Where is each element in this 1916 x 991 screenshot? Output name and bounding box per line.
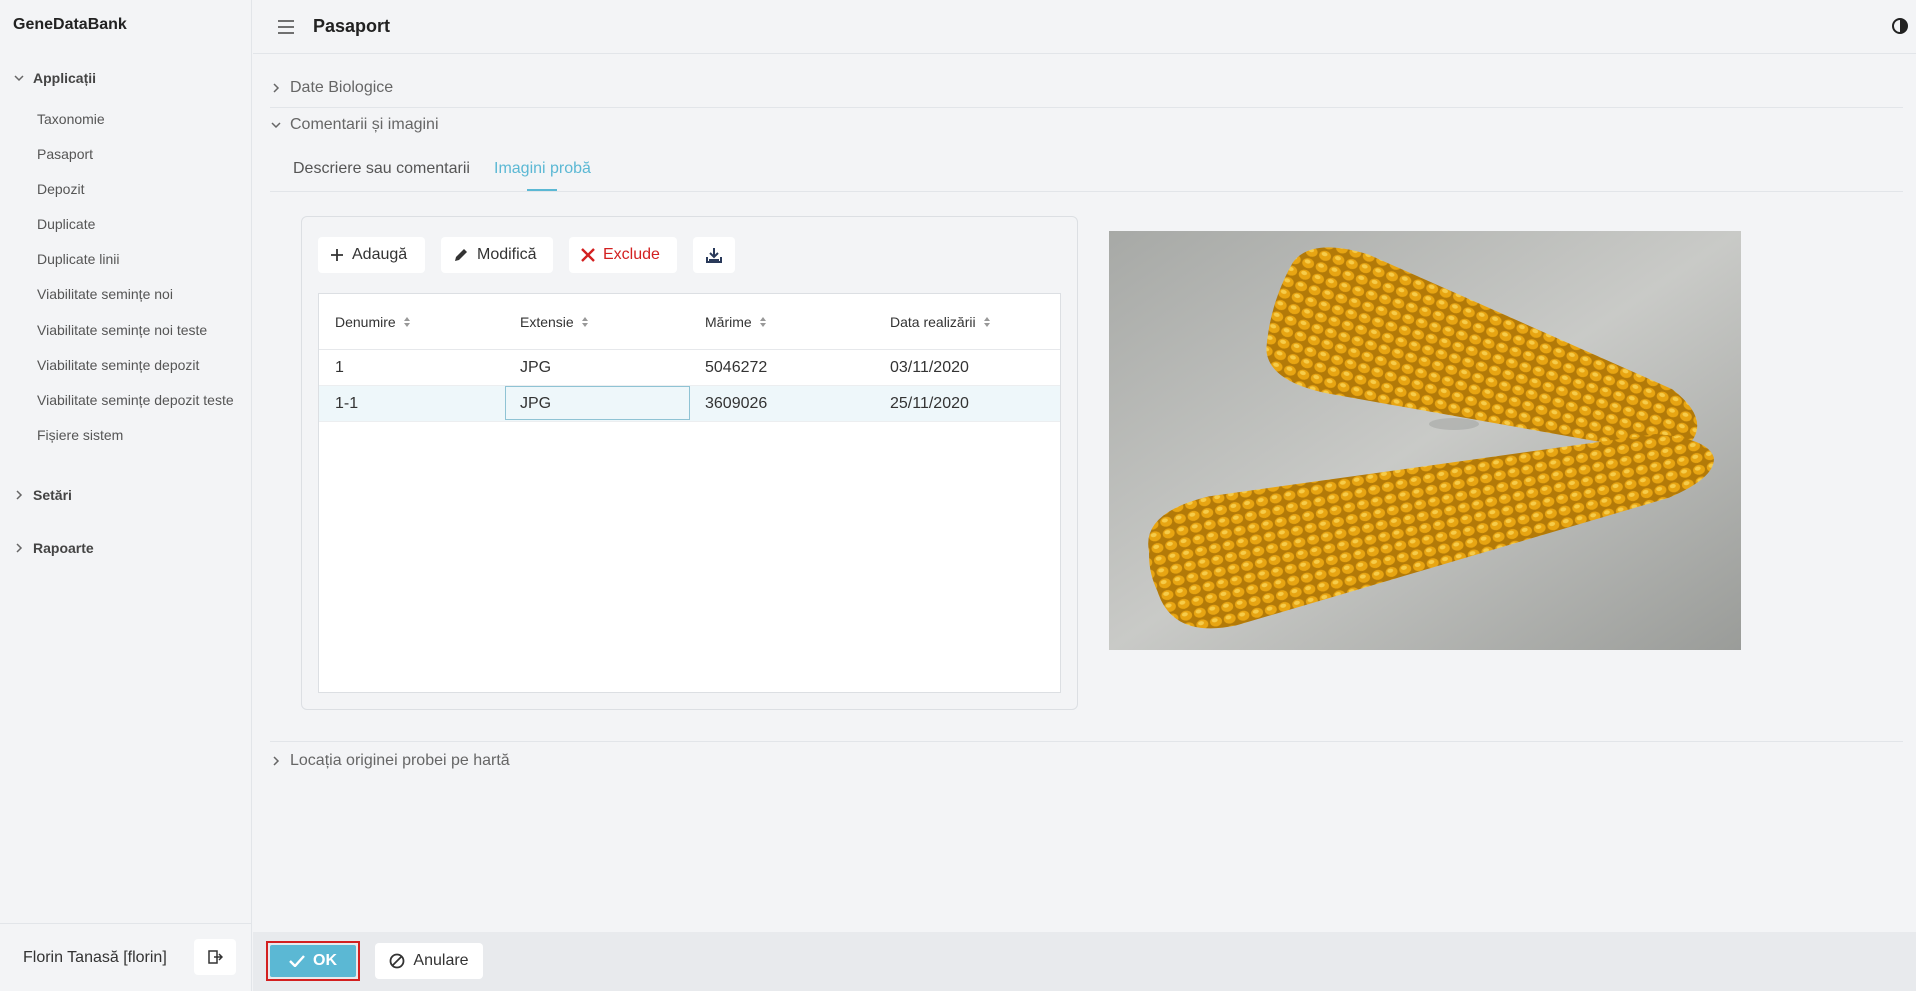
hamburger-icon <box>278 20 294 34</box>
sidebar-section-label: Setări <box>33 487 72 503</box>
table-cell: 1 <box>335 359 344 376</box>
table-row[interactable]: 1 JPG 5046272 03/11/2020 <box>319 350 1060 386</box>
corn-photo <box>1109 231 1741 650</box>
download-button[interactable] <box>693 237 735 273</box>
sidebar-footer: Florin Tanasă [florin] <box>0 923 252 991</box>
edit-button-label: Modifică <box>477 246 537 263</box>
user-name: Florin Tanasă [florin] <box>23 949 167 966</box>
sidebar-item-viabilitate-depozit-teste[interactable]: Viabilitate semințe depozit teste <box>37 392 234 408</box>
table-row[interactable]: 1-1 JPG 3609026 25/11/2020 <box>319 386 1060 422</box>
logout-button[interactable] <box>194 939 236 975</box>
sidebar: GeneDataBank Applicații Taxonomie Pasapo… <box>0 0 252 991</box>
sidebar-item-viabilitate-depozit[interactable]: Viabilitate semințe depozit <box>37 357 199 373</box>
image-preview <box>1109 231 1741 650</box>
theme-toggle-icon[interactable] <box>1890 16 1910 36</box>
check-icon <box>289 955 305 967</box>
column-header-marime[interactable]: Mărime <box>705 314 766 330</box>
edit-button[interactable]: Modifică <box>441 237 553 273</box>
table-cell: 03/11/2020 <box>890 359 969 376</box>
sidebar-section-label: Applicații <box>33 70 97 86</box>
tabs-divider <box>270 191 1903 192</box>
add-button-label: Adaugă <box>352 246 408 263</box>
accordion-label: Locația originei probei pe hartă <box>290 752 510 769</box>
cancel-button[interactable]: Anulare <box>375 943 483 979</box>
close-icon <box>581 248 595 262</box>
top-header: Pasaport <box>253 0 1916 54</box>
sidebar-section-label: Rapoarte <box>33 540 94 556</box>
column-header-denumire[interactable]: Denumire <box>335 314 410 330</box>
chevron-right-icon <box>273 83 280 93</box>
sidebar-item-fisiere-sistem[interactable]: Fișiere sistem <box>37 427 123 443</box>
table-cell: 25/11/2020 <box>890 395 969 412</box>
delete-button-label: Exclude <box>603 246 660 263</box>
table-cell: 3609026 <box>705 395 768 412</box>
delete-button[interactable]: Exclude <box>569 237 677 273</box>
column-header-extensie[interactable]: Extensie <box>520 314 588 330</box>
ban-icon <box>390 953 405 969</box>
accordion-label: Comentarii și imagini <box>290 116 439 133</box>
sidebar-section-settings[interactable]: Setări <box>13 487 72 503</box>
action-bar <box>253 932 1916 991</box>
sidebar-section-applications[interactable]: Applicații <box>13 70 96 86</box>
menu-toggle-button[interactable] <box>275 16 297 38</box>
sidebar-item-viabilitate-noi[interactable]: Viabilitate semințe noi <box>37 286 173 302</box>
cancel-button-label: Anulare <box>413 952 469 969</box>
ok-button-label: OK <box>313 952 337 969</box>
chevron-right-icon <box>16 543 23 553</box>
ok-button[interactable]: OK <box>266 941 360 981</box>
tab-imagini[interactable]: Imagini probă <box>494 160 591 178</box>
page-title: Pasaport <box>313 16 391 36</box>
sort-icon <box>403 317 410 327</box>
pencil-icon <box>455 249 467 261</box>
chevron-down-icon <box>14 75 24 82</box>
sidebar-item-viabilitate-noi-teste[interactable]: Viabilitate semințe noi teste <box>37 322 207 338</box>
sidebar-item-duplicate-linii[interactable]: Duplicate linii <box>37 251 119 267</box>
sort-icon <box>983 317 990 327</box>
table-cell: 5046272 <box>705 359 768 376</box>
download-icon <box>706 248 722 263</box>
tab-descriere[interactable]: Descriere sau comentarii <box>293 160 470 178</box>
accordion-locatia[interactable]: Locația originei probei pe hartă <box>270 752 510 770</box>
accordion-comentarii[interactable]: Comentarii și imagini <box>270 116 439 134</box>
table-cell: JPG <box>520 395 552 412</box>
column-header-label: Extensie <box>520 314 574 330</box>
column-header-label: Denumire <box>335 314 396 330</box>
accordion-label: Date Biologice <box>290 79 394 96</box>
logout-icon <box>208 950 223 964</box>
chevron-down-icon <box>271 122 281 129</box>
chevron-right-icon <box>16 490 23 500</box>
sidebar-section-reports[interactable]: Rapoarte <box>13 540 94 556</box>
sort-icon <box>581 317 588 327</box>
add-button[interactable]: Adaugă <box>318 237 425 273</box>
images-table: Denumire Extensie Mărime Data realizării… <box>318 293 1061 693</box>
sidebar-item-pasaport[interactable]: Pasaport <box>37 146 93 162</box>
brand-title: GeneDataBank <box>13 16 127 33</box>
divider <box>270 741 1903 742</box>
table-header: Denumire Extensie Mărime Data realizării <box>319 294 1060 350</box>
plus-icon <box>331 249 343 261</box>
accordion-date-biologice[interactable]: Date Biologice <box>270 79 393 97</box>
sidebar-item-depozit[interactable]: Depozit <box>37 181 84 197</box>
column-header-label: Data realizării <box>890 314 976 330</box>
table-cell: JPG <box>520 359 552 376</box>
sidebar-item-taxonomie[interactable]: Taxonomie <box>37 111 105 127</box>
table-cell: 1-1 <box>335 395 359 412</box>
sort-icon <box>759 317 766 327</box>
chevron-right-icon <box>273 756 280 766</box>
sidebar-item-duplicate[interactable]: Duplicate <box>37 216 95 232</box>
column-header-data[interactable]: Data realizării <box>890 314 990 330</box>
divider <box>270 107 1903 108</box>
column-header-label: Mărime <box>705 314 752 330</box>
